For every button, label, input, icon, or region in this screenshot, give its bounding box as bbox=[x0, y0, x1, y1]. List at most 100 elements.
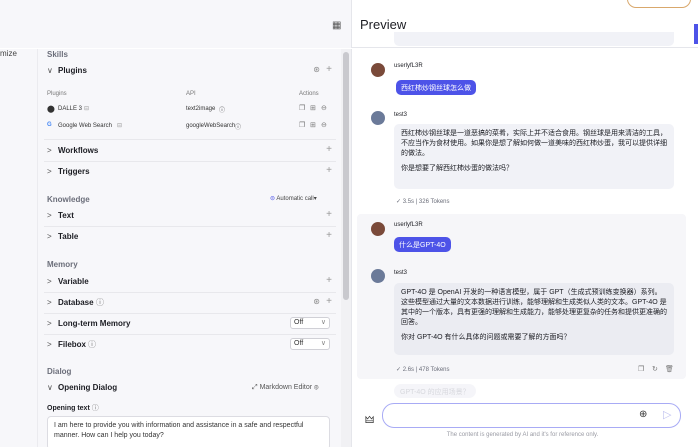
settings-icon[interactable]: ⊞ bbox=[310, 121, 316, 129]
chevron-right-icon: > bbox=[47, 277, 52, 286]
regenerate-icon[interactable]: ↻ bbox=[652, 365, 658, 373]
config-scrollbar-thumb[interactable] bbox=[343, 52, 349, 300]
plugin-name: DALLE 3 bbox=[58, 106, 83, 112]
suggestion-text: GPT-4O 的应用场景？ bbox=[400, 389, 470, 396]
info-icon: ⓘ bbox=[91, 405, 99, 412]
remove-icon[interactable]: ⊖ bbox=[321, 121, 327, 129]
add-workflow-button[interactable]: + bbox=[326, 144, 332, 155]
chevron-down-icon: ∨ bbox=[320, 340, 326, 347]
auto-add-icon[interactable]: ⊛ bbox=[313, 65, 320, 74]
text-label: Text bbox=[58, 211, 74, 220]
left-panel-label: mize bbox=[0, 49, 17, 58]
memory-section-title: Memory bbox=[47, 260, 78, 269]
add-trigger-button[interactable]: + bbox=[326, 165, 332, 176]
table-row-item[interactable]: > Table + bbox=[44, 229, 336, 247]
bot-avatar bbox=[371, 269, 385, 283]
copy-icon[interactable]: ❐ bbox=[299, 121, 305, 129]
auto-call-icon: ⊜ bbox=[270, 196, 276, 202]
preview-title: Preview bbox=[360, 17, 407, 32]
bot-avatar bbox=[371, 111, 385, 125]
attach-icon[interactable]: ⊕ bbox=[639, 409, 647, 420]
actions-col-header: Actions bbox=[299, 91, 319, 97]
chevron-right-icon: > bbox=[47, 146, 52, 155]
user-message-bubble: 西红柿炒钢丝球怎么做 bbox=[396, 80, 476, 95]
auto-call-selector[interactable]: ⊜ Automatic call▾ bbox=[270, 195, 317, 202]
api-col-header: API bbox=[186, 91, 196, 97]
top-right-button[interactable] bbox=[627, 0, 691, 8]
bot-message-bubble: 西红柿炒钢丝球是一道恶搞的菜肴，实际上并不适合食用。钢丝球是用来清洁的工具，不应… bbox=[394, 124, 674, 189]
dalle-logo-icon: ⬤ bbox=[47, 106, 55, 113]
text-row[interactable]: > Text + bbox=[44, 208, 336, 226]
remove-icon[interactable]: ⊖ bbox=[321, 104, 327, 112]
expand-icon: ⤢ bbox=[252, 384, 258, 391]
workflows-row[interactable]: > Workflows + bbox=[44, 143, 336, 161]
settings-icon[interactable]: ⊞ bbox=[310, 104, 316, 112]
chevron-right-icon: > bbox=[47, 298, 52, 307]
divider bbox=[44, 313, 336, 314]
knowledge-section-title: Knowledge bbox=[47, 195, 90, 204]
chat-input[interactable]: ⊕ ▷ bbox=[382, 403, 681, 428]
plugins-row[interactable]: ∨ Plugins ⊛ + bbox=[44, 63, 336, 81]
plugin-api: text2image bbox=[186, 106, 216, 112]
info-icon: ⊟ bbox=[84, 106, 90, 112]
triggers-row[interactable]: > Triggers + bbox=[44, 164, 336, 182]
add-variable-button[interactable]: + bbox=[326, 275, 332, 286]
user-avatar bbox=[371, 63, 385, 77]
google-logo-icon: G bbox=[47, 122, 52, 128]
message-meta: ✓ 3.5s | 326 Tokens bbox=[396, 199, 450, 205]
add-plugin-button[interactable]: + bbox=[326, 64, 332, 75]
long-term-label: Long-term Memory bbox=[58, 319, 131, 328]
database-row[interactable]: > Database ⓘ ⊛ + bbox=[44, 295, 336, 313]
plugins-col-header: Plugins bbox=[47, 91, 67, 97]
dropdown-value: Off bbox=[294, 319, 304, 326]
right-edge-indicator bbox=[694, 24, 698, 44]
copy-icon[interactable]: ❐ bbox=[638, 365, 644, 373]
chevron-right-icon: > bbox=[47, 319, 52, 328]
opening-dialog-label: Opening Dialog bbox=[58, 383, 118, 392]
divider bbox=[44, 161, 336, 162]
divider bbox=[44, 139, 336, 140]
suggested-question[interactable]: GPT-4O 的应用场景？ bbox=[394, 384, 476, 398]
opening-text-label: Opening text bbox=[47, 405, 90, 412]
clear-chat-icon[interactable]: 🜲 bbox=[365, 408, 374, 429]
variable-row[interactable]: > Variable + bbox=[44, 274, 336, 292]
dropdown-value: Off bbox=[294, 340, 304, 347]
auto-add-icon[interactable]: ⊛ bbox=[313, 297, 320, 306]
left-panel bbox=[0, 49, 38, 447]
send-icon[interactable]: ▷ bbox=[663, 408, 671, 421]
chevron-right-icon: > bbox=[47, 167, 52, 176]
filebox-label: Filebox bbox=[58, 340, 87, 349]
copy-icon[interactable]: ❐ bbox=[299, 104, 305, 112]
info-icon: ⓘ bbox=[88, 340, 96, 349]
bot-message-text: GPT-4O 是 OpenAI 开发的一种语言模型，属于 GPT（生成式预训练变… bbox=[401, 289, 667, 326]
triggers-label: Triggers bbox=[58, 167, 90, 176]
layout-icon[interactable]: ▦ bbox=[332, 20, 341, 31]
plugin-api: googleWebSearch bbox=[186, 123, 236, 129]
plugins-label: Plugins bbox=[58, 66, 87, 75]
markdown-editor-link[interactable]: ⤢ Markdown Editor ⊛ bbox=[252, 384, 319, 392]
meta-text: 3.5s | 326 Tokens bbox=[402, 199, 450, 205]
bot-message-text: 西红柿炒钢丝球是一道恶搞的菜肴，实际上并不适合食用。钢丝球是用来清洁的工具，不应… bbox=[401, 130, 667, 157]
chevron-down-icon: ∨ bbox=[320, 319, 326, 326]
message-author: userlyfL3R bbox=[394, 63, 423, 69]
add-text-button[interactable]: + bbox=[326, 209, 332, 220]
variable-label: Variable bbox=[58, 277, 89, 286]
footer-disclaimer: The content is generated by AI and it's … bbox=[446, 432, 599, 438]
filebox-dropdown[interactable]: Off ∨ bbox=[290, 338, 330, 350]
markdown-editor-label: Markdown Editor bbox=[259, 384, 313, 391]
plugin-name: Google Web Search bbox=[58, 123, 112, 129]
table-label: Table bbox=[58, 232, 79, 241]
opening-text-input[interactable]: I am here to provide you with informatio… bbox=[47, 416, 330, 447]
editor-header: ▦ bbox=[0, 0, 352, 48]
add-database-button[interactable]: + bbox=[326, 296, 332, 307]
bot-message-bubble: GPT-4O 是 OpenAI 开发的一种语言模型，属于 GPT（生成式预训练变… bbox=[394, 283, 674, 355]
opening-text-value: I am here to provide you with informatio… bbox=[54, 422, 304, 439]
chat-prev-bubble bbox=[394, 32, 674, 46]
delete-icon[interactable]: 🗑 bbox=[665, 365, 674, 373]
chevron-right-icon: > bbox=[47, 232, 52, 241]
skills-section-title: Skills bbox=[47, 50, 68, 59]
add-table-button[interactable]: + bbox=[326, 230, 332, 241]
chevron-right-icon: > bbox=[47, 340, 52, 349]
message-author: test3 bbox=[394, 270, 408, 276]
long-term-dropdown[interactable]: Off ∨ bbox=[290, 317, 330, 329]
